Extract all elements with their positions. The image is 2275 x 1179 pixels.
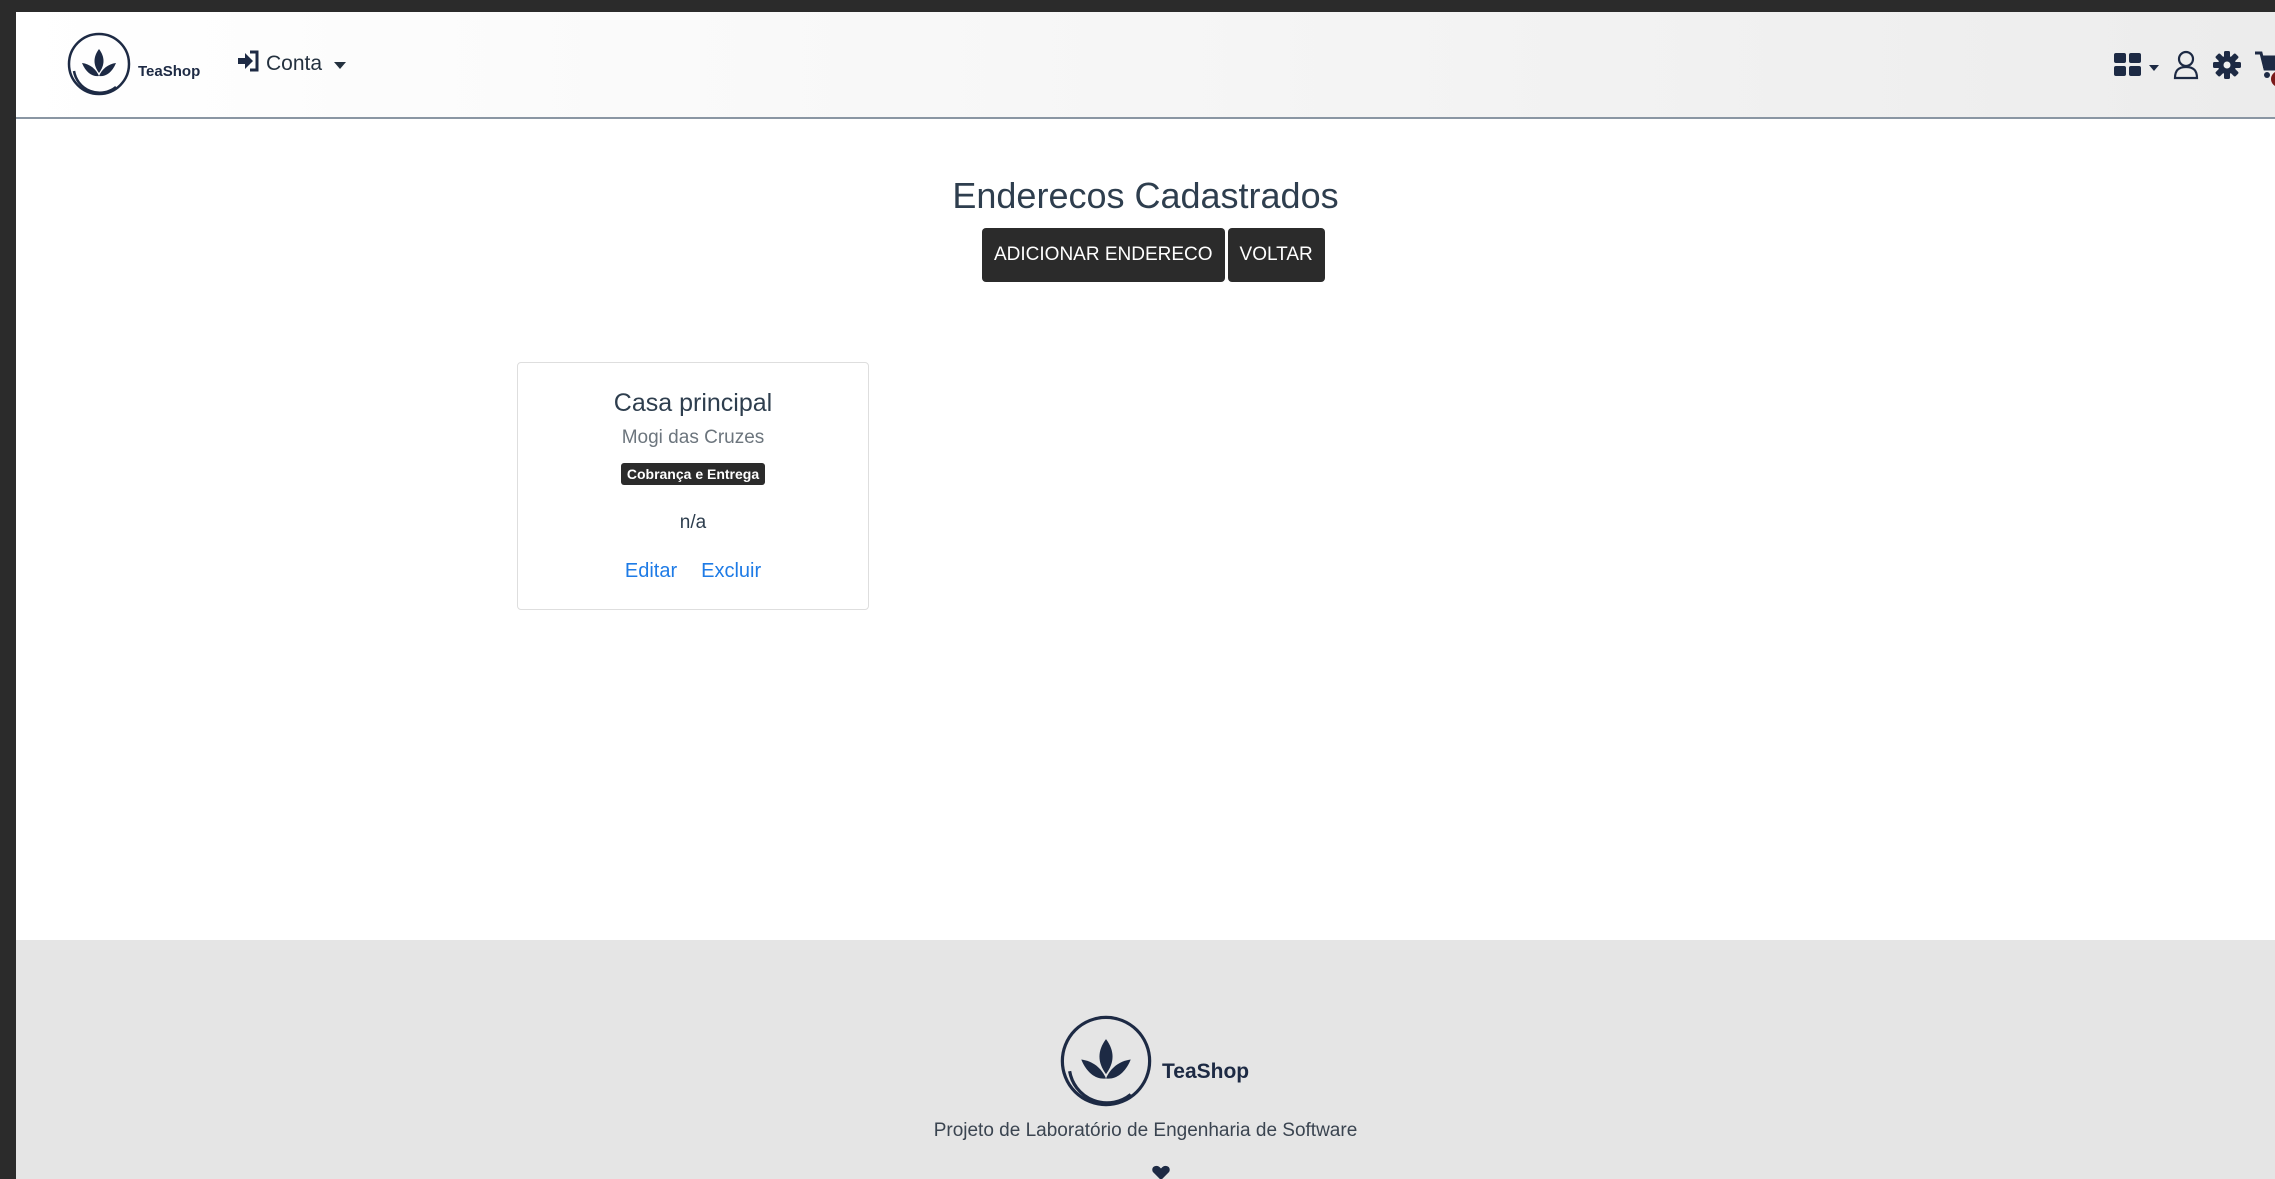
address-name: Casa principal	[613, 389, 773, 417]
apps-dropdown[interactable]	[2114, 53, 2159, 82]
address-card: Casa principal Mogi das Cruzes Cobrança …	[517, 362, 869, 610]
sign-in-icon	[236, 50, 260, 78]
page-title: Enderecos Cadastrados	[952, 175, 1339, 216]
navbar: TeaShop Conta	[16, 12, 2275, 119]
add-address-button[interactable]: ADICIONAR ENDERECO	[982, 228, 1225, 282]
back-button[interactable]: VOLTAR	[1227, 228, 1325, 282]
browser-viewport: TeaShop Conta Enderecos Cadastrados ADIC…	[16, 12, 2275, 1179]
footer-brand: TeaShop	[1058, 1013, 1249, 1114]
address-type-badge: Cobrança e Entrega	[620, 463, 766, 485]
user-icon	[2173, 50, 2199, 85]
edit-address-link[interactable]: Editar	[625, 560, 677, 583]
chevron-down-icon	[334, 61, 347, 69]
nav-right-icons: 0	[2114, 50, 2275, 87]
tea-leaf-logo-icon	[66, 31, 132, 97]
address-actions: Editar Excluir	[518, 560, 868, 583]
account-label: Conta	[266, 52, 323, 75]
cart-count-badge: 0	[2271, 71, 2275, 87]
grid-icon	[2114, 53, 2142, 82]
page-actions: ADICIONAR ENDERECO VOLTAR	[982, 228, 1325, 282]
cart-button[interactable]: 0	[2255, 51, 2275, 87]
brand-name: TeaShop	[138, 62, 201, 80]
brand-logo-link[interactable]: TeaShop	[66, 31, 200, 97]
user-profile-button[interactable]	[2173, 50, 2199, 85]
heart-icon	[1151, 1165, 1171, 1179]
chevron-down-icon	[2149, 64, 2159, 71]
footer-caption: Projeto de Laboratório de Engenharia de …	[933, 1120, 1358, 1141]
footer-brand-name: TeaShop	[1162, 1059, 1250, 1083]
delete-address-link[interactable]: Excluir	[701, 560, 761, 583]
account-dropdown[interactable]: Conta	[236, 50, 347, 78]
gear-icon	[2213, 51, 2241, 84]
settings-button[interactable]	[2213, 51, 2241, 84]
address-note: n/a	[679, 512, 707, 533]
tea-leaf-logo-icon	[1058, 1013, 1154, 1114]
footer: TeaShop Projeto de Laboratório de Engenh…	[16, 940, 2275, 1179]
address-city: Mogi das Cruzes	[621, 427, 765, 448]
